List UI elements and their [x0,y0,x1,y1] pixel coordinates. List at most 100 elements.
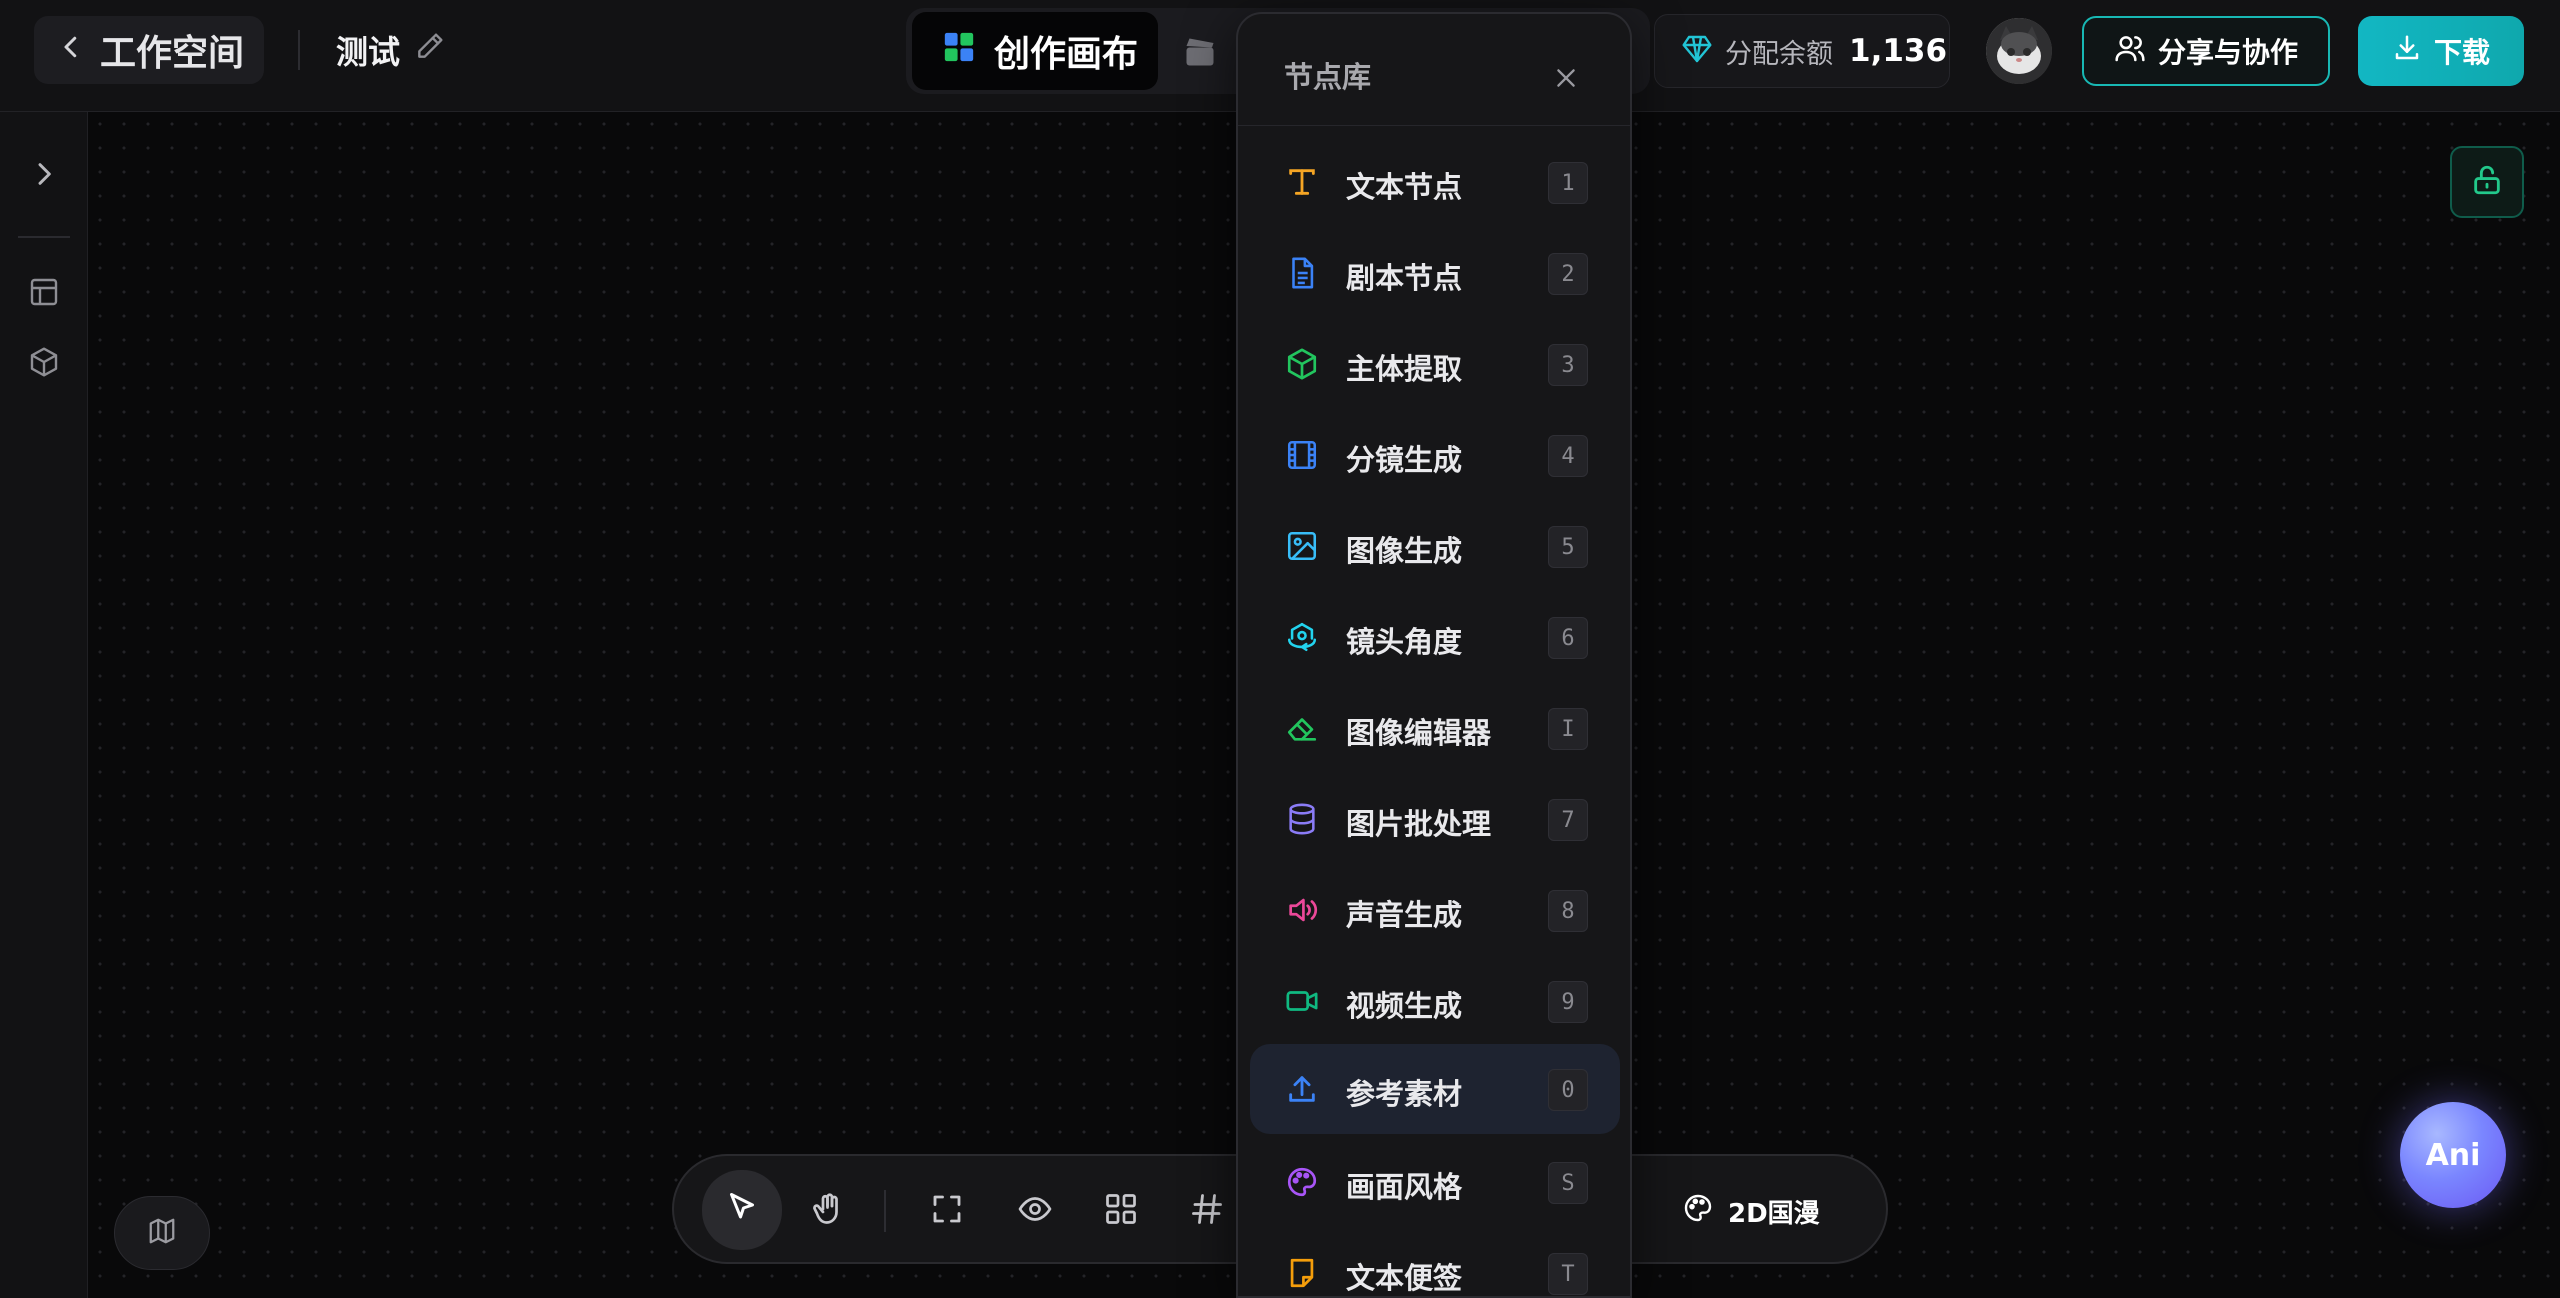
select-tool-button[interactable] [702,1170,782,1250]
app-root: 工作空间 测试 创作画布 分配余额 1,136 分享与协作 下载 Ani 2D国… [0,0,2560,1298]
users-icon [2114,32,2146,71]
node-item-sound[interactable]: 声音生成 8 [1250,868,1620,952]
style-selector-label: 2D国漫 [1728,1198,1820,1229]
text-type-icon [1284,164,1320,200]
node-item-label: 图片批处理 [1346,807,1492,841]
chevron-left-icon [56,30,86,71]
layout-panel-icon[interactable] [22,270,66,314]
grid-icon [1103,1191,1139,1231]
mode-tab-canvas-label: 创作画布 [994,34,1139,75]
download-icon [2392,33,2422,70]
style-selector-button[interactable]: 2D国漫 [1682,1182,1820,1240]
node-item-label: 画面风格 [1346,1170,1463,1204]
project-name-text: 测试 [336,33,401,71]
shortcut-key: 5 [1548,526,1588,568]
shortcut-key: S [1548,1162,1588,1204]
fit-view-button[interactable] [908,1176,986,1246]
node-item-label: 剧本节点 [1346,261,1463,295]
shortcut-key: T [1548,1253,1588,1295]
node-item-video[interactable]: 视频生成 9 [1250,959,1620,1043]
box-asset-icon[interactable] [22,340,66,384]
node-item-text[interactable]: 文本节点 1 [1250,140,1620,224]
expand-sidebar-chevron-icon[interactable] [22,152,66,196]
toolbar-divider [884,1190,886,1232]
share-collaborate-button[interactable]: 分享与协作 [2082,16,2330,86]
node-item-label: 视频生成 [1346,989,1463,1023]
eye-icon [1017,1191,1053,1231]
shortcut-key: 7 [1548,799,1588,841]
shortcut-key: 1 [1548,162,1588,204]
node-item-sticky-note[interactable]: 文本便签 T [1250,1231,1620,1296]
sticky-note-icon [1284,1255,1320,1291]
image-icon [1284,528,1320,564]
canvas-lock-button[interactable] [2450,146,2524,218]
credit-balance: 分配余额 1,136 [1654,14,1950,88]
shortcut-key: 4 [1548,435,1588,477]
node-item-label: 图像编辑器 [1346,716,1492,750]
upload-icon [1284,1071,1320,1107]
snap-grid-button[interactable] [1168,1176,1246,1246]
shortcut-key: 2 [1548,253,1588,295]
cursor-arrow-icon [724,1190,760,1230]
clapperboard-icon[interactable] [1182,34,1218,70]
close-icon[interactable] [1546,58,1586,98]
node-library-header: 节点库 [1238,14,1630,126]
node-item-label: 分镜生成 [1346,443,1463,477]
speaker-icon [1284,892,1320,928]
node-item-reference[interactable]: 参考素材 0 [1250,1044,1620,1134]
node-item-batch[interactable]: 图片批处理 7 [1250,777,1620,861]
preview-button[interactable] [996,1176,1074,1246]
mode-tab-canvas[interactable]: 创作画布 [912,12,1158,90]
node-item-label: 镜头角度 [1346,625,1463,659]
frame-corners-icon [929,1191,965,1231]
back-to-workspace-button[interactable]: 工作空间 [34,16,264,84]
orbit-camera-icon [1284,619,1320,655]
hash-icon [1189,1191,1225,1231]
balance-value: 1,136 [1849,33,1948,69]
shortcut-key: 0 [1548,1069,1588,1111]
edit-pencil-icon[interactable] [414,30,446,70]
node-item-image-gen[interactable]: 图像生成 5 [1250,504,1620,588]
document-icon [1284,255,1320,291]
node-item-style[interactable]: 画面风格 S [1250,1140,1620,1224]
user-avatar[interactable] [1986,18,2052,84]
share-button-label: 分享与协作 [2157,36,2298,69]
node-item-subject-extract[interactable]: 主体提取 3 [1250,322,1620,406]
node-item-label: 文本节点 [1346,170,1463,204]
node-library-title: 节点库 [1284,60,1372,94]
unlock-icon [2470,163,2504,201]
node-item-label: 文本便签 [1346,1261,1463,1295]
node-item-camera-angle[interactable]: 镜头角度 6 [1250,595,1620,679]
palette-icon [1284,1164,1320,1200]
hand-icon [811,1191,847,1231]
project-title: 测试 [336,30,446,71]
node-item-label: 声音生成 [1346,898,1463,932]
shortcut-key: 9 [1548,981,1588,1023]
ai-assistant-button[interactable]: Ani [2400,1102,2506,1208]
node-item-script[interactable]: 剧本节点 2 [1250,231,1620,315]
node-item-storyboard[interactable]: 分镜生成 4 [1250,413,1620,497]
node-item-label: 主体提取 [1346,352,1463,386]
download-button-label: 下载 [2433,36,2490,69]
grid-logo-icon [942,30,976,73]
shortcut-key: I [1548,708,1588,750]
shortcut-key: 3 [1548,344,1588,386]
shortcut-key: 8 [1548,890,1588,932]
minimap-toggle-button[interactable] [114,1196,210,1270]
download-button[interactable]: 下载 [2358,16,2524,86]
pan-tool-button[interactable] [790,1176,868,1246]
sidebar-divider [18,236,70,238]
header-divider [298,30,300,70]
database-icon [1284,801,1320,837]
map-icon [147,1216,177,1250]
grid-layout-button[interactable] [1082,1176,1160,1246]
palette-icon [1682,1192,1714,1231]
node-item-image-editor[interactable]: 图像编辑器 I [1250,686,1620,770]
balance-label: 分配余额 [1725,38,1833,70]
eraser-icon [1284,710,1320,746]
node-item-label: 图像生成 [1346,534,1463,568]
ai-assistant-label: Ani [2425,1137,2481,1173]
node-item-label: 参考素材 [1346,1077,1463,1111]
back-button-label: 工作空间 [100,33,245,74]
left-sidebar [0,112,88,1298]
